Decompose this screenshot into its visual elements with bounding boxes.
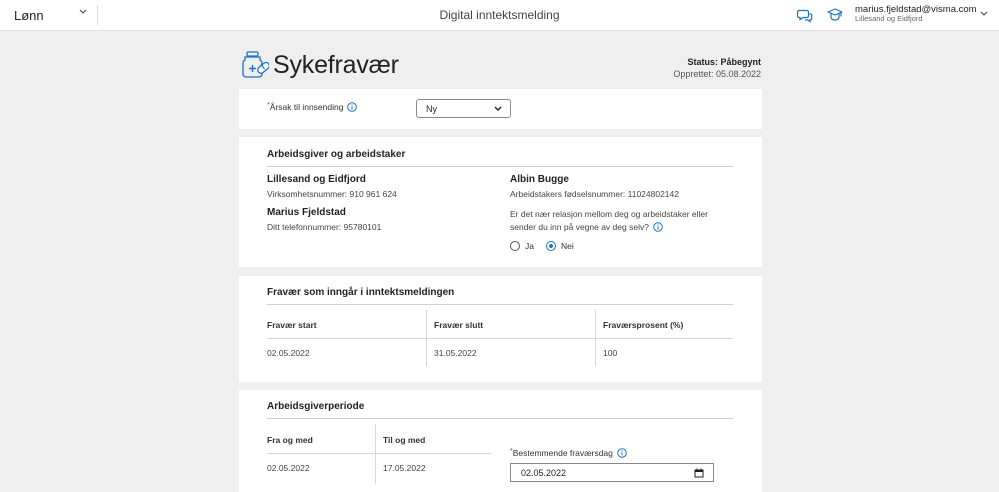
table-cell: 31.05.2022 bbox=[434, 348, 477, 358]
determining-day-label: Bestemmende fraværsdag bbox=[512, 448, 613, 458]
column-header: Til og med bbox=[383, 435, 426, 445]
reason-label-row: *Årsak til innsending bbox=[267, 102, 358, 112]
column-header: Fraværsprosent (%) bbox=[603, 320, 684, 330]
date-value: 02.05.2022 bbox=[521, 468, 567, 478]
divider bbox=[267, 166, 733, 167]
table-cell: 100 bbox=[603, 348, 618, 358]
relation-question-line2: sender du inn på vegne av deg selv? bbox=[510, 222, 649, 232]
org-number: Virksomhetsnummer: 910 961 624 bbox=[267, 189, 397, 199]
section-title: Arbeidsgiverperiode bbox=[267, 401, 365, 412]
row-divider bbox=[267, 453, 491, 454]
contact-name: Marius Fjeldstad bbox=[267, 207, 346, 218]
info-icon[interactable] bbox=[653, 222, 663, 232]
chevron-down-icon bbox=[494, 106, 502, 111]
radio-label: Ja bbox=[525, 241, 534, 251]
chat-icon[interactable] bbox=[797, 8, 813, 23]
radio-button-checked[interactable] bbox=[546, 241, 556, 251]
column-header: Fravær slutt bbox=[434, 320, 484, 330]
employee-id: Arbeidstakers fødselsnummer: 11024802142 bbox=[510, 189, 679, 199]
status-block: Status: Påbegynt Opprettet: 05.08.2022 bbox=[673, 56, 761, 80]
divider bbox=[267, 418, 733, 419]
radio-ja[interactable]: Ja bbox=[510, 241, 534, 251]
app-title: Digital inntektsmelding bbox=[439, 8, 560, 22]
chevron-down-icon[interactable] bbox=[980, 11, 988, 17]
reason-select-value: Ny bbox=[426, 104, 437, 114]
company-name: Lillesand og Eidfjord bbox=[267, 174, 366, 185]
radio-button[interactable] bbox=[510, 241, 520, 251]
reason-card: *Årsak til innsending Ny bbox=[239, 89, 762, 129]
table-cell: 17.05.2022 bbox=[383, 463, 426, 473]
calendar-icon[interactable] bbox=[694, 468, 704, 478]
medicine-icon bbox=[242, 51, 269, 78]
section-title: Arbeidsgiver og arbeidstaker bbox=[267, 149, 406, 160]
row-divider bbox=[267, 338, 733, 339]
radio-label: Nei bbox=[561, 241, 574, 251]
relation-question-line2-row: sender du inn på vegne av deg selv? bbox=[510, 222, 663, 232]
determining-day-label-row: *Bestemmende fraværsdag bbox=[510, 448, 627, 458]
divider bbox=[267, 304, 733, 305]
page-title: Sykefravær bbox=[273, 51, 399, 79]
status-text: Status: Påbegynt bbox=[687, 57, 761, 67]
column-divider bbox=[375, 424, 376, 484]
info-icon[interactable] bbox=[347, 102, 358, 112]
table-cell: 02.05.2022 bbox=[267, 348, 310, 358]
employee-name: Albin Bugge bbox=[510, 174, 569, 185]
column-header: Fra og med bbox=[267, 435, 313, 445]
employer-period-card: Arbeidsgiverperiode Fra og med Til og me… bbox=[239, 390, 762, 492]
relation-question-line1: Er det nær relasjon mellom deg og arbeid… bbox=[510, 209, 708, 219]
created-date: Opprettet: 05.08.2022 bbox=[673, 69, 761, 79]
user-company: Lillesand og Eidfjord bbox=[855, 14, 923, 23]
radio-nei[interactable]: Nei bbox=[546, 241, 574, 251]
reason-label: Årsak til innsending bbox=[269, 102, 344, 112]
absence-card: Fravær som inngår i inntektsmeldingen Fr… bbox=[239, 276, 762, 382]
user-menu[interactable]: marius.fjeldstad@visma.com Lillesand og … bbox=[855, 5, 977, 23]
phone-number: Ditt telefonnummer: 95780101 bbox=[267, 222, 382, 232]
graduation-cap-icon[interactable] bbox=[827, 7, 843, 23]
determining-day-date-input[interactable]: 02.05.2022 bbox=[510, 463, 714, 482]
reason-select[interactable]: Ny bbox=[416, 99, 511, 118]
table-cell: 02.05.2022 bbox=[267, 463, 310, 473]
section-title: Fravær som inngår i inntektsmeldingen bbox=[267, 287, 455, 298]
column-header: Fravær start bbox=[267, 320, 317, 330]
info-icon[interactable] bbox=[617, 448, 627, 458]
top-bar: Lønn Digital inntektsmelding marius.fjel… bbox=[0, 0, 999, 31]
employer-card: Arbeidsgiver og arbeidstaker Lillesand o… bbox=[239, 137, 762, 267]
user-email: marius.fjeldstad@visma.com bbox=[855, 4, 977, 15]
